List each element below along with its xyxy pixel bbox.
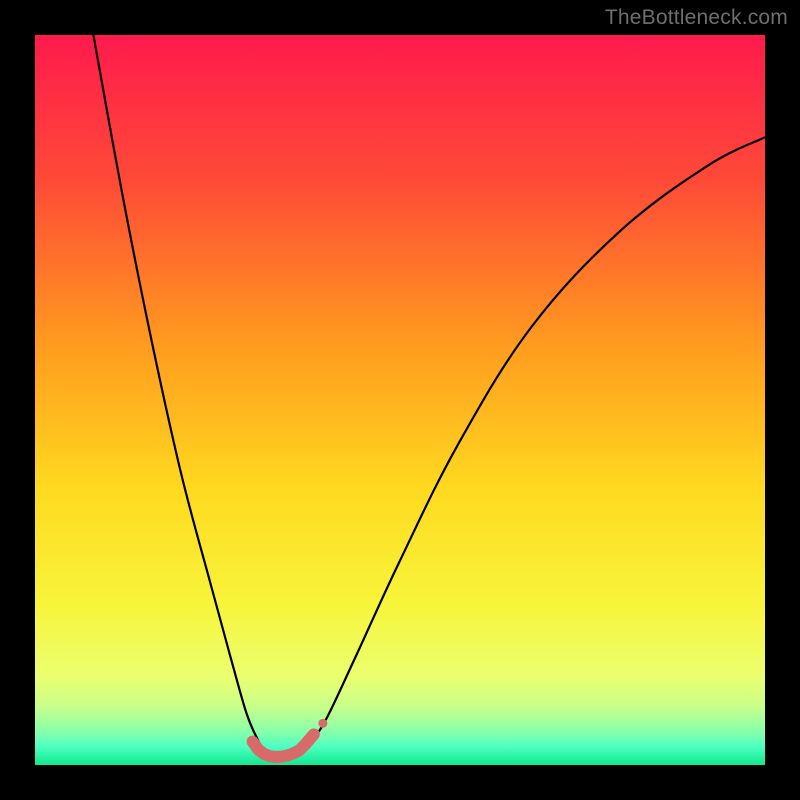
bottleneck-curve bbox=[93, 35, 765, 757]
highlight-band bbox=[253, 719, 328, 757]
plot-area bbox=[35, 35, 765, 765]
curve-layer bbox=[35, 35, 765, 765]
chart-frame: TheBottleneck.com bbox=[0, 0, 800, 800]
watermark-text: TheBottleneck.com bbox=[605, 6, 788, 30]
